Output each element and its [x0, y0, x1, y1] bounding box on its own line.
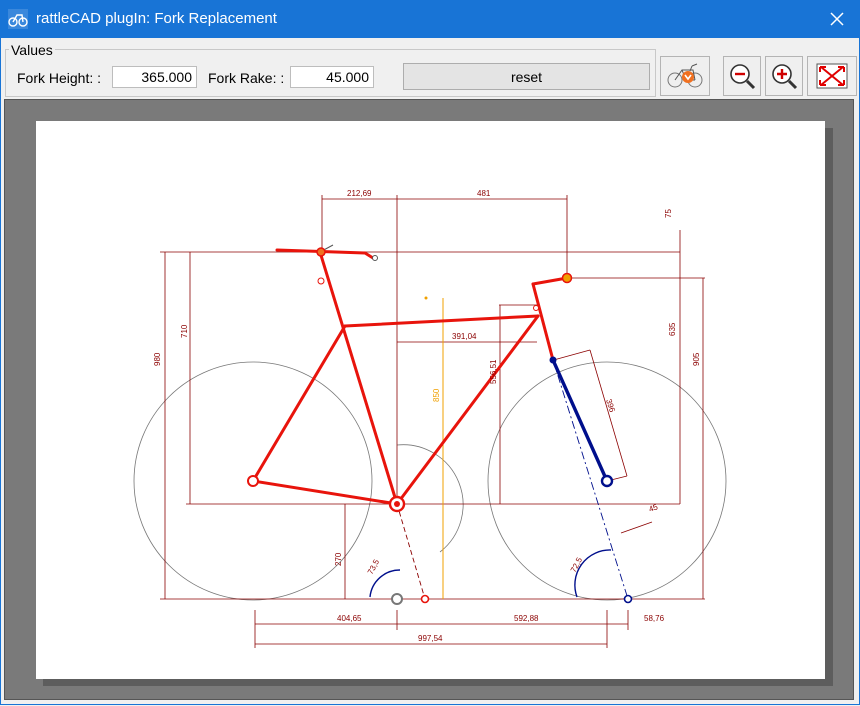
dim-saddle-setback: 212,69: [347, 189, 372, 198]
dim-seat-height: 710: [180, 324, 189, 338]
bb-ground-point: [391, 593, 403, 605]
dim-bb-height: 270: [334, 552, 343, 566]
bottom-bracket-center: [394, 501, 400, 507]
front-axle: [600, 474, 614, 488]
headtube-top-point: [533, 305, 539, 311]
dim-reach: 481: [477, 189, 491, 198]
dim-bar-height: 905: [692, 352, 701, 366]
saddle-nose-point: [372, 255, 378, 261]
front-contact-point: [623, 594, 633, 604]
dim-seat-angle: 73,5: [366, 557, 382, 575]
saddle-point: [316, 247, 326, 257]
dimension-lines: [160, 195, 705, 648]
dim-top-tube: 391,04: [452, 332, 477, 341]
dim-75: 75: [664, 209, 673, 218]
dim-saddle-height: 980: [153, 352, 162, 366]
fork-axis: [552, 359, 629, 600]
seat-ground-point: [420, 594, 430, 604]
fork-blade: [551, 358, 609, 483]
dim-fork-length: 396: [604, 398, 617, 414]
dim-chainstay: 404,65: [337, 614, 362, 623]
fork-crown-point: [549, 356, 557, 364]
bicycle-drawing: 212,69 481 75 980 710 635 905 391,04 556…: [133, 189, 727, 648]
dim-stack: 635: [668, 322, 677, 336]
head-angle-arc: [574, 549, 612, 598]
seat-tube-extension: [396, 503, 426, 600]
dim-front-center: 592,88: [514, 614, 539, 623]
bike-frame: [251, 248, 569, 506]
dim-wheelbase: 997,54: [418, 634, 443, 643]
rear-axle: [247, 475, 259, 487]
dim-headtube-height: 556,51: [489, 359, 498, 384]
dim-trail: 58,76: [644, 614, 665, 623]
seatpost-point: [317, 277, 325, 285]
stack-top-point: [424, 296, 428, 300]
handlebar-point: [561, 272, 573, 284]
dim-stack-height: 850: [432, 388, 441, 402]
